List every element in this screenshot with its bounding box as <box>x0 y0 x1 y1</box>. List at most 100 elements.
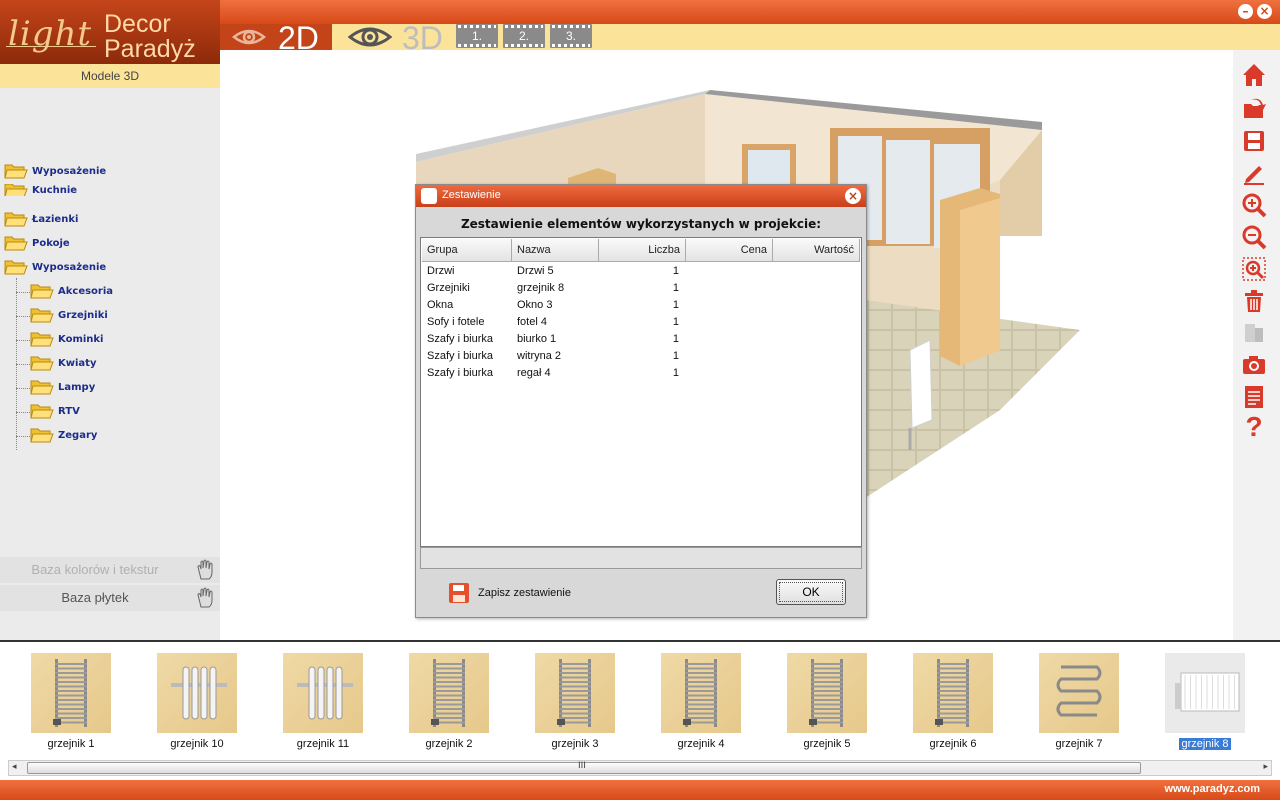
folder-icon <box>30 282 54 300</box>
tree-connector <box>16 388 30 389</box>
zoom-out-icon[interactable] <box>1241 224 1267 250</box>
catalog-item[interactable]: grzejnik 5 <box>764 653 890 750</box>
cell-price <box>689 280 767 297</box>
catalog-item-label: grzejnik 10 <box>170 738 224 750</box>
radiator-thumbnail <box>1165 653 1245 733</box>
cell-name: fotel 4 <box>517 316 547 328</box>
tree-item-wyposażenie[interactable]: Wyposażenie <box>4 256 106 278</box>
cell-name: Drzwi 5 <box>517 265 554 277</box>
folder-icon <box>4 234 28 252</box>
column-header-price[interactable]: Cena <box>686 239 773 262</box>
tile-base-label: Baza płytek <box>61 590 129 605</box>
catalog-item[interactable]: grzejnik 6 <box>890 653 1016 750</box>
tree-item-zegary[interactable]: Zegary <box>30 424 97 446</box>
radiator-thumbnail <box>661 653 741 733</box>
save-icon[interactable] <box>1241 128 1267 154</box>
website-link[interactable]: www.paradyz.com <box>1164 783 1260 795</box>
folder-icon <box>4 184 28 196</box>
catalog-item[interactable]: grzejnik 1 <box>8 653 134 750</box>
cell-name: grzejnik 8 <box>517 282 565 294</box>
catalog-item[interactable]: grzejnik 7 <box>1016 653 1142 750</box>
catalog-item-caption: grzejnik 7 <box>1016 738 1142 750</box>
catalog-item[interactable]: grzejnik 3 <box>512 653 638 750</box>
tree-item-label: Pokoje <box>32 237 70 249</box>
column-header-value[interactable]: Wartość <box>773 239 860 262</box>
eye-icon <box>348 27 392 47</box>
tree-item-wyposażenie[interactable]: Wyposażenie <box>4 160 106 182</box>
column-header-group[interactable]: Grupa <box>422 239 512 262</box>
close-window-button[interactable]: × <box>1257 4 1272 19</box>
camera-3-button[interactable]: 3. <box>550 24 592 48</box>
tree-item-rtv[interactable]: RTV <box>30 400 80 422</box>
cell-group: Drzwi <box>427 265 455 277</box>
tree-connector <box>16 364 30 365</box>
catalog-item[interactable]: grzejnik 11 <box>260 653 386 750</box>
report-icon[interactable] <box>1241 384 1267 410</box>
tree-item-kominki[interactable]: Kominki <box>30 328 104 350</box>
color-texture-base-label: Baza kolorów i tekstur <box>31 562 159 577</box>
view-2d-button[interactable]: 2D <box>220 22 332 54</box>
dialog-title-bar[interactable]: Zestawienie × <box>416 185 866 207</box>
radiator-thumbnail <box>913 653 993 733</box>
cell-count: 1 <box>672 299 679 311</box>
panel-icon[interactable] <box>1241 320 1267 346</box>
radiator-thumbnail <box>535 653 615 733</box>
column-header-name[interactable]: Nazwa <box>512 239 599 262</box>
summary-dialog: Zestawienie × Zestawienie elementów wyko… <box>415 184 867 618</box>
cell-value <box>775 348 853 365</box>
summary-table[interactable]: Grupa Nazwa Liczba Cena Wartość Drzwi Drz… <box>420 237 862 547</box>
catalog-item-label: grzejnik 11 <box>296 738 350 750</box>
cell-group: Szafy i biurka <box>427 350 494 362</box>
catalog-item-label: grzejnik 3 <box>551 738 599 750</box>
tree-item-lampy[interactable]: Lampy <box>30 376 95 398</box>
camera-icon[interactable] <box>1241 352 1267 378</box>
open-folder-icon[interactable] <box>1241 96 1267 122</box>
zoom-region-icon[interactable] <box>1241 256 1267 282</box>
trash-icon[interactable] <box>1241 288 1267 314</box>
cell-group: Sofy i fotele <box>427 316 485 328</box>
zoom-in-icon[interactable] <box>1241 192 1267 218</box>
tree-item-kwiaty[interactable]: Kwiaty <box>30 352 96 374</box>
color-texture-base-button[interactable]: Baza kolorów i tekstur <box>0 557 220 583</box>
tree-item-łazienki[interactable]: Łazienki <box>4 208 78 230</box>
tile-base-button[interactable]: Baza płytek <box>0 585 220 611</box>
pencil-icon[interactable] <box>1241 160 1267 186</box>
floppy-disk-icon <box>449 583 469 603</box>
camera-2-button[interactable]: 2. <box>503 24 545 48</box>
scroll-thumb[interactable]: III <box>27 761 1141 774</box>
tree-item-grzejniki[interactable]: Grzejniki <box>30 304 108 326</box>
catalog-item[interactable]: grzejnik 2 <box>386 653 512 750</box>
catalog-item[interactable]: grzejnik 10 <box>134 653 260 750</box>
help-icon[interactable]: ? <box>1241 412 1267 442</box>
scroll-grip: III <box>578 761 586 771</box>
logo-line-2: Paradyż <box>104 35 196 63</box>
cell-price <box>689 263 767 280</box>
save-summary-button[interactable]: Zapisz zestawienie <box>448 581 571 605</box>
ok-button[interactable]: OK <box>776 579 846 605</box>
logo-light-text: light <box>8 14 93 54</box>
tree-item-kuchnie[interactable]: Kuchnie <box>4 184 77 196</box>
catalog-item-label: grzejnik 7 <box>1055 738 1103 750</box>
folder-icon <box>30 402 54 420</box>
dialog-close-button[interactable]: × <box>845 188 861 204</box>
cell-value <box>775 280 853 297</box>
right-toolbar: ? <box>1233 50 1280 612</box>
catalog-item[interactable]: grzejnik 8 <box>1142 653 1268 750</box>
column-header-count[interactable]: Liczba <box>599 239 686 262</box>
cell-price <box>689 314 767 331</box>
scroll-left-arrow[interactable]: ◂ <box>12 762 17 772</box>
camera-1-button[interactable]: 1. <box>456 24 498 48</box>
folder-icon <box>4 210 28 228</box>
view-3d-button[interactable]: 3D <box>348 22 448 54</box>
scroll-right-arrow[interactable]: ▸ <box>1263 762 1268 772</box>
sidebar-header: Modele 3D <box>0 64 220 88</box>
minimize-button[interactable]: – <box>1238 4 1253 19</box>
tree-item-akcesoria[interactable]: Akcesoria <box>30 280 113 302</box>
home-icon[interactable] <box>1241 62 1267 88</box>
tree-item-pokoje[interactable]: Pokoje <box>4 232 70 254</box>
catalog-item[interactable]: grzejnik 4 <box>638 653 764 750</box>
catalog-scrollbar[interactable]: ◂ III ▸ <box>8 760 1272 776</box>
window-controls: – × <box>1238 4 1272 19</box>
footer-bar: www.paradyz.com <box>0 780 1280 800</box>
logo-brand: Decor Paradyż <box>104 12 196 62</box>
